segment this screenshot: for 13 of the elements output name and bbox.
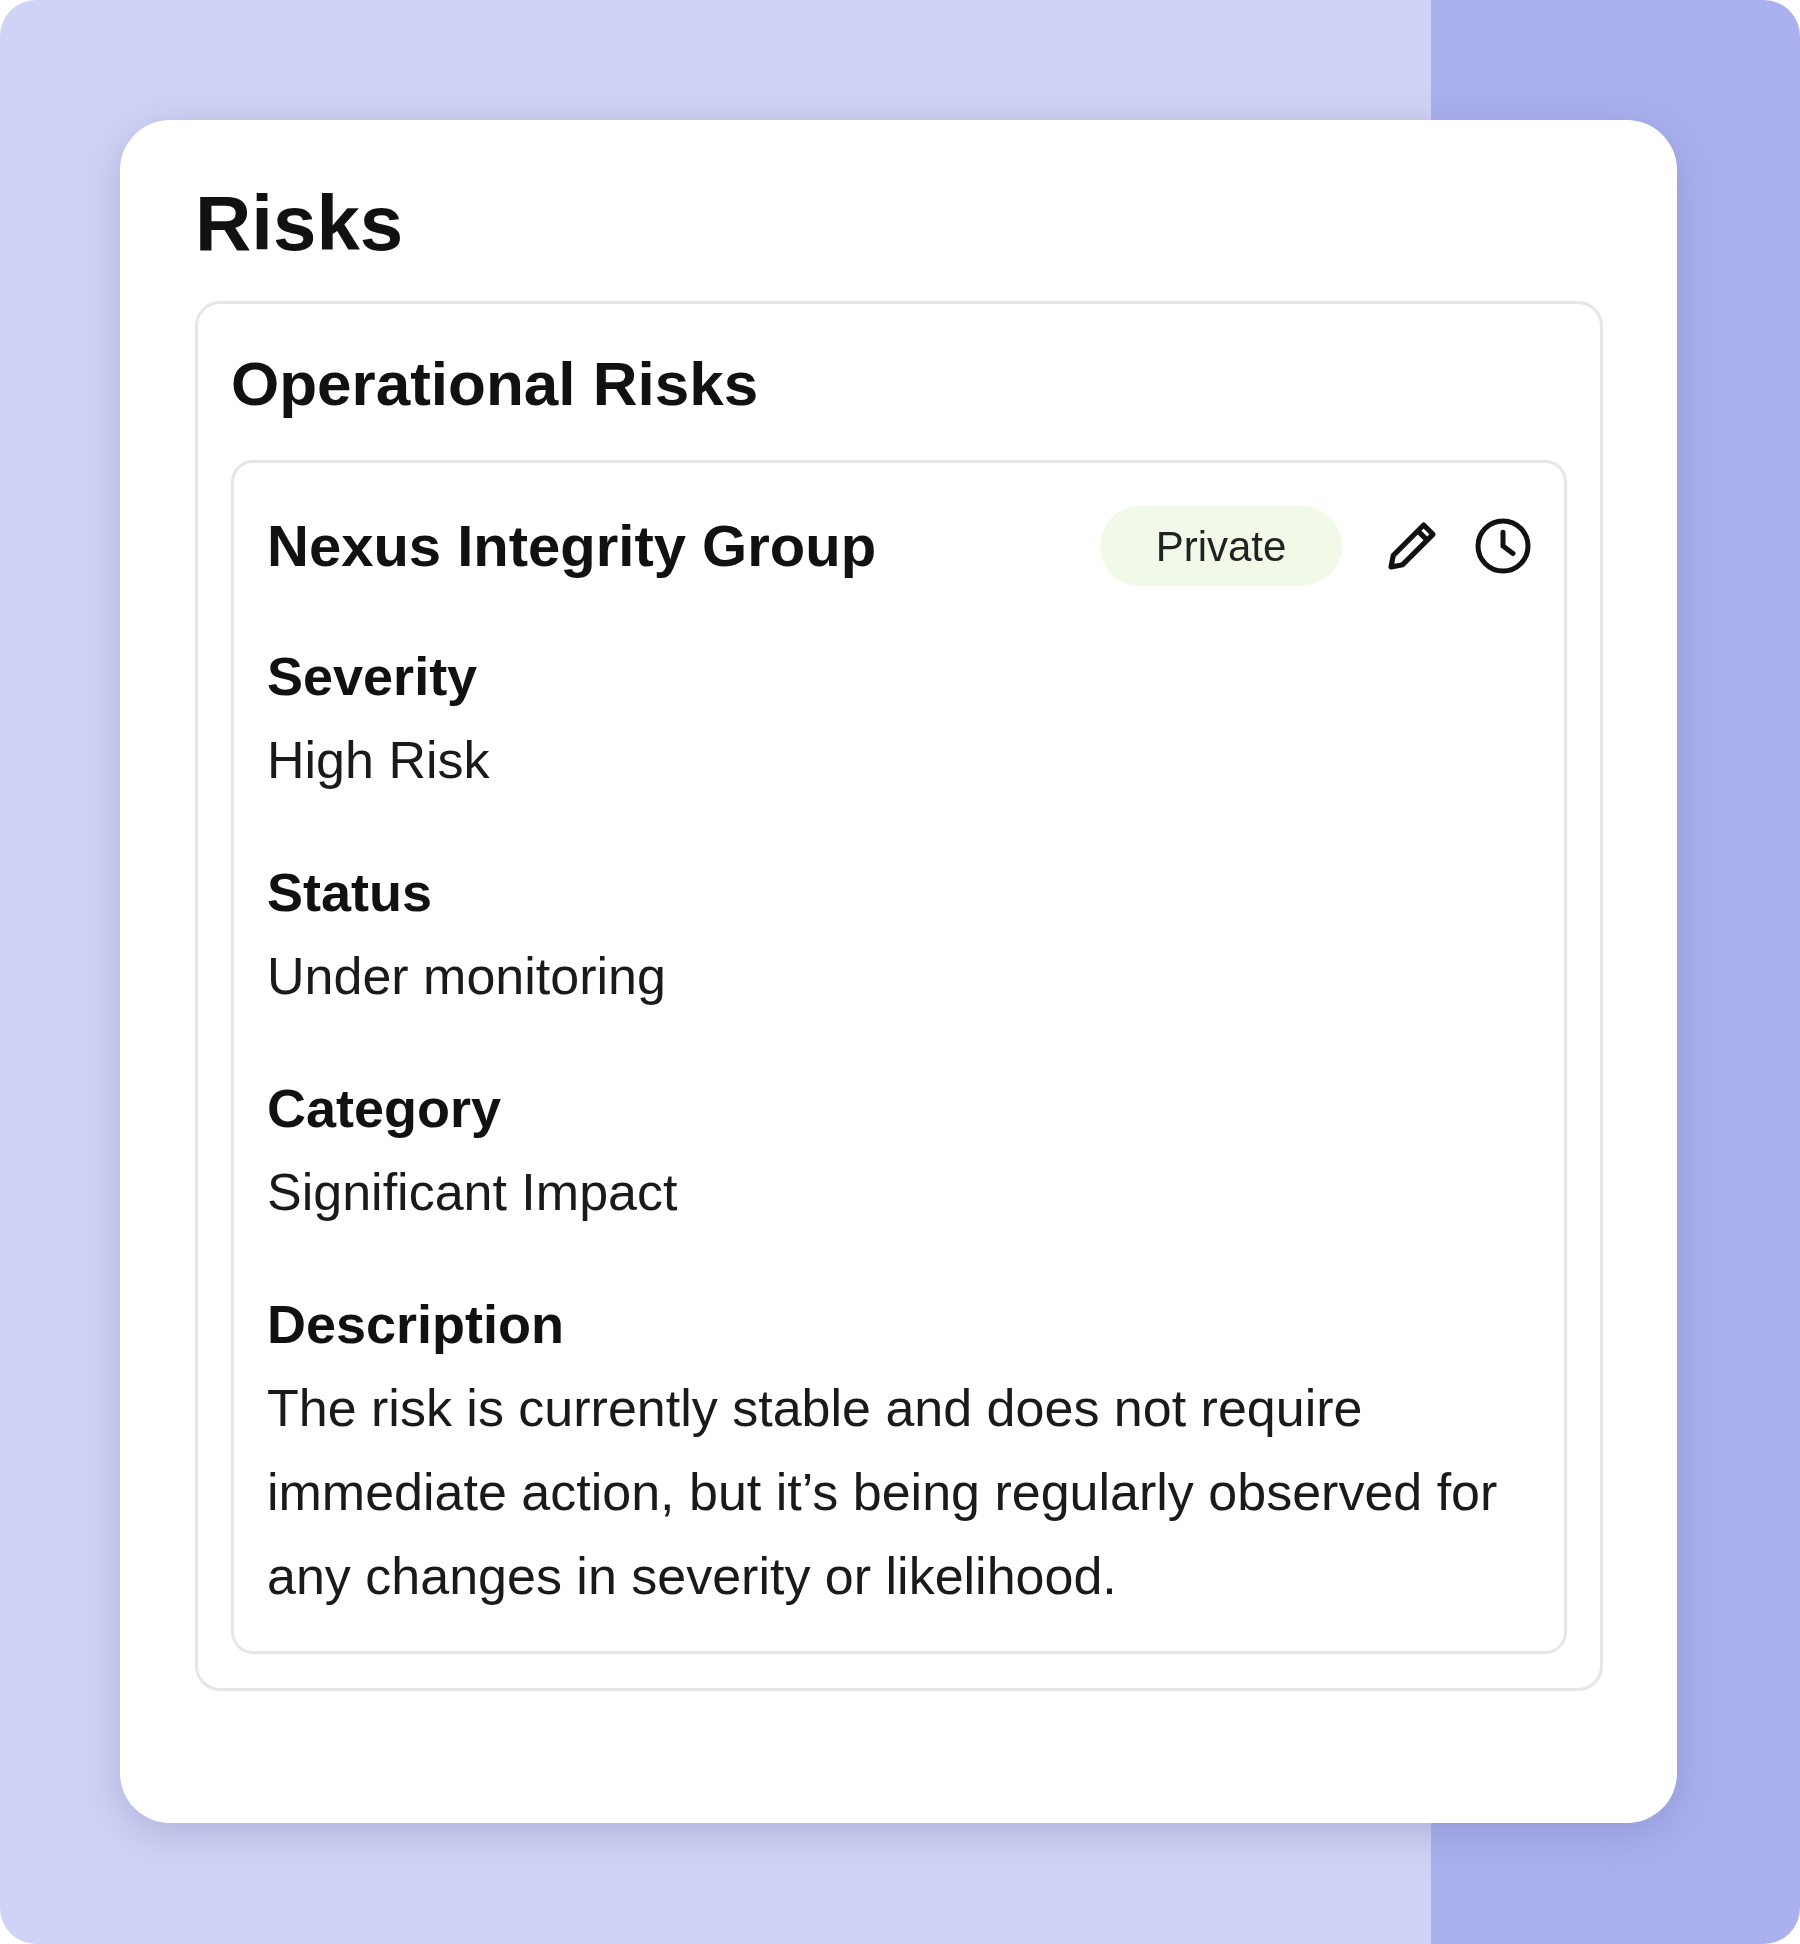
field-label: Severity xyxy=(267,645,479,708)
visibility-badge: Private xyxy=(1100,506,1342,586)
field-value: Significant Impact xyxy=(267,1162,679,1223)
section-title: Operational Risks xyxy=(231,348,760,420)
field-value: The risk is currently stable and does not require immediate action, but it’s being regularly observed for any changes in severity or likelihood. xyxy=(267,1378,1499,1607)
risk-name: Nexus Integrity Group xyxy=(267,512,878,580)
field-label: Status xyxy=(267,861,434,924)
field-label: Category xyxy=(267,1077,503,1140)
clock-icon[interactable] xyxy=(1473,516,1533,576)
field-label: Description xyxy=(267,1293,566,1356)
page-title: Risks xyxy=(195,178,405,269)
field-value: High Risk xyxy=(267,730,491,791)
field-value: Under monitoring xyxy=(267,946,667,1007)
